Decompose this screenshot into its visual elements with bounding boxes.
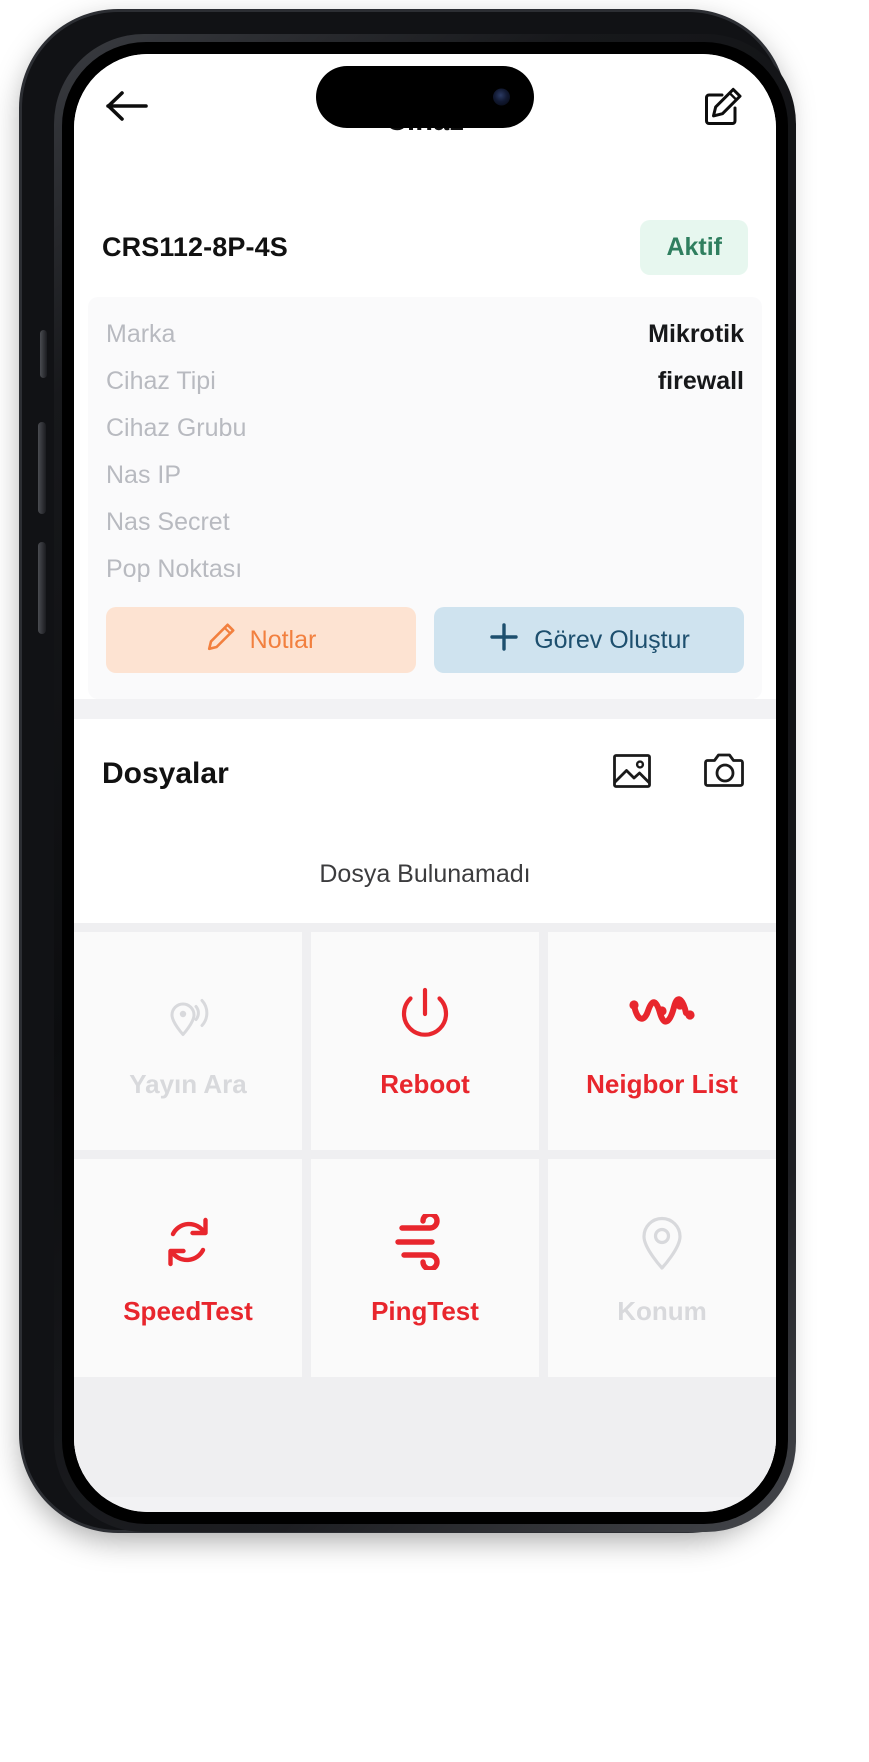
volume-down-button[interactable]: [38, 542, 46, 634]
silent-switch[interactable]: [40, 330, 47, 378]
edit-square-pencil-icon: [703, 86, 743, 131]
tile-yayin-ara[interactable]: Yayın Ara: [74, 932, 302, 1150]
prop-label: Pop Noktası: [106, 555, 243, 583]
edit-button[interactable]: [696, 81, 750, 135]
phone-screen: Cihaz CRS112-8P-4S: [74, 54, 776, 1512]
image-gallery-icon: [610, 749, 654, 798]
table-row: Marka Mikrotik: [104, 311, 746, 358]
files-section: Dosyalar Dosya Bulunamadı: [74, 719, 776, 923]
content-bottom-spacer: [74, 1377, 776, 1497]
arrow-left-icon: [105, 89, 149, 128]
prop-label: Cihaz Tipi: [106, 367, 216, 395]
tile-konum[interactable]: Konum: [548, 1159, 776, 1377]
tile-speedtest[interactable]: SpeedTest: [74, 1159, 302, 1377]
files-empty-text: Dosya Bulunamadı: [319, 860, 531, 888]
camera-icon: [702, 750, 748, 797]
pencil-icon: [206, 622, 236, 659]
broadcast-pin-icon: [157, 983, 219, 1047]
wind-waves-icon: [392, 1210, 458, 1274]
prop-label: Nas IP: [106, 461, 182, 489]
create-task-button-label: Görev Oluştur: [534, 625, 690, 654]
tile-pingtest[interactable]: PingTest: [311, 1159, 539, 1377]
tile-reboot[interactable]: Reboot: [311, 932, 539, 1150]
status-badge: Aktif: [640, 220, 748, 275]
files-actions: [610, 749, 748, 798]
tile-label: Reboot: [380, 1068, 470, 1099]
plus-icon: [488, 621, 520, 660]
prop-label: Cihaz Grubu: [106, 414, 247, 442]
tile-neighbor-list[interactable]: Neigbor List: [548, 932, 776, 1150]
create-task-button[interactable]: Görev Oluştur: [434, 607, 744, 673]
tile-label: PingTest: [371, 1295, 479, 1326]
tile-label: Yayın Ara: [129, 1068, 247, 1099]
dynamic-island: [316, 66, 534, 128]
device-card-actions: Notlar Görev Oluştur: [104, 593, 746, 677]
table-row: Pop Noktası: [104, 546, 746, 593]
table-row: Nas IP: [104, 452, 746, 499]
tile-label: Konum: [617, 1295, 707, 1326]
power-icon: [395, 983, 455, 1047]
files-header: Dosyalar: [102, 749, 748, 798]
table-row: Cihaz Grubu: [104, 405, 746, 452]
back-button[interactable]: [100, 81, 154, 135]
screenshot-stage: Cihaz CRS112-8P-4S: [0, 0, 869, 1762]
device-card-header: CRS112-8P-4S Aktif: [74, 194, 776, 297]
prop-label: Nas Secret: [106, 508, 230, 536]
table-row: Nas Secret: [104, 499, 746, 546]
prop-label: Marka: [106, 320, 176, 348]
action-tiles-grid: Yayın Ara Reboot Neigbor List SpeedTest …: [74, 923, 776, 1377]
prop-value: firewall: [657, 367, 744, 395]
front-camera-icon: [493, 88, 510, 106]
tile-label: SpeedTest: [123, 1295, 253, 1326]
refresh-sync-icon: [159, 1210, 217, 1274]
location-pin-icon: [635, 1210, 689, 1274]
content-scroll[interactable]: CRS112-8P-4S Aktif Marka Mikrotik Cihaz …: [74, 194, 776, 1512]
phone-frame: Cihaz CRS112-8P-4S: [22, 12, 796, 1532]
notes-button-label: Notlar: [249, 625, 317, 654]
notes-button[interactable]: Notlar: [106, 607, 416, 673]
gallery-button[interactable]: [610, 749, 654, 798]
prop-value: Mikrotik: [648, 320, 744, 348]
camera-button[interactable]: [702, 750, 748, 797]
device-properties-list: Marka Mikrotik Cihaz Tipi firewall Cihaz…: [88, 297, 762, 699]
device-info-card: CRS112-8P-4S Aktif Marka Mikrotik Cihaz …: [74, 194, 776, 699]
volume-up-button[interactable]: [38, 422, 46, 514]
section-divider: [74, 699, 776, 719]
tile-label: Neigbor List: [586, 1068, 738, 1099]
network-nodes-icon: [626, 983, 698, 1047]
table-row: Cihaz Tipi firewall: [104, 358, 746, 405]
files-title: Dosyalar: [102, 756, 229, 790]
device-name: CRS112-8P-4S: [102, 232, 288, 262]
